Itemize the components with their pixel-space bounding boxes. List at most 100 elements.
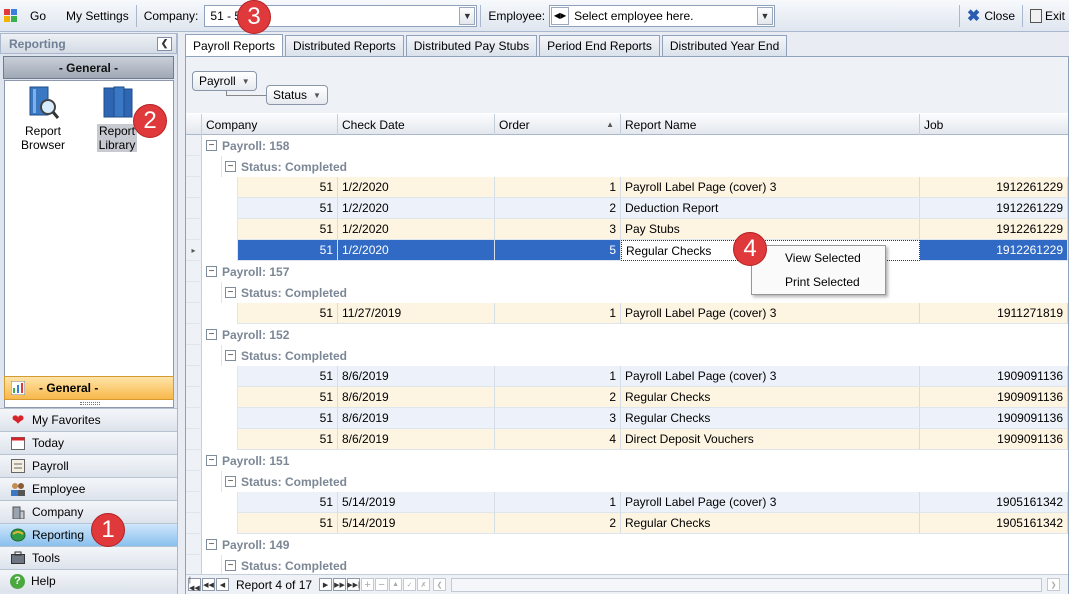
group-row-payroll[interactable]: − Payroll: 158 [186,135,1068,156]
table-row[interactable]: 51 11/27/2019 1 Payroll Label Page (cover) … [186,303,1068,324]
horizontal-scrollbar[interactable] [451,577,1042,592]
cell-company[interactable]: 51 [238,513,338,534]
table-row[interactable]: 51 1/2/2020 3 Pay Stubs 1912261229 [186,219,1068,240]
general-group-header[interactable]: - General - [3,56,174,79]
cell-order[interactable]: 2 [495,513,621,534]
cell-order[interactable]: 1 [495,177,621,198]
cell-company[interactable]: 51 [238,429,338,450]
go-menu[interactable]: Go [0,4,50,28]
cell-order[interactable]: 1 [495,366,621,387]
column-header-company[interactable]: Company [202,114,338,135]
cell-company[interactable]: 51 [238,219,338,240]
cell-job[interactable]: 1912261229 [920,219,1068,240]
last-record-icon[interactable]: ▶▶| [347,578,361,591]
cell-check-date[interactable]: 5/14/2019 [338,513,495,534]
cell-order[interactable]: 1 [495,492,621,513]
my-settings-button[interactable]: My Settings [62,4,133,28]
cell-job[interactable]: 1909091136 [920,366,1068,387]
cell-job[interactable]: 1912261229 [920,177,1068,198]
prev-next-icon[interactable]: ◀▶ [551,6,570,25]
cell-report-name[interactable]: Deduction Report [621,198,920,219]
nav-payroll[interactable]: Payroll [0,454,177,477]
nav-reporting[interactable]: Reporting [0,523,177,546]
cell-check-date[interactable]: 8/6/2019 [338,429,495,450]
group-row-status[interactable]: − Status: Completed [186,555,1068,576]
cell-report-name[interactable]: Direct Deposit Vouchers [621,429,920,450]
tab-payroll-reports[interactable]: Payroll Reports [185,34,284,56]
group-chip-payroll[interactable]: Payroll ▼ [192,71,257,91]
cell-order[interactable]: 5 [495,240,621,261]
scroll-right-icon[interactable]: ❯ [1047,578,1060,591]
general-group-active[interactable]: - General - [4,376,174,400]
chevron-down-icon[interactable]: ▼ [756,6,773,25]
table-row[interactable]: 51 8/6/2019 4 Direct Deposit Vouchers 190909… [186,429,1068,450]
cell-report-name[interactable]: Pay Stubs [621,219,920,240]
tab-distributed-reports[interactable]: Distributed Reports [285,35,404,56]
cell-order[interactable]: 2 [495,198,621,219]
cell-check-date[interactable]: 1/2/2020 [338,219,495,240]
cell-company[interactable]: 51 [238,387,338,408]
cell-check-date[interactable]: 8/6/2019 [338,387,495,408]
next-record-icon[interactable]: ▶ [319,578,333,591]
previous-page-icon[interactable]: ◀◀ [202,578,215,591]
cell-job[interactable]: 1912261229 [920,240,1068,261]
cell-check-date[interactable]: 5/14/2019 [338,492,495,513]
collapse-icon[interactable]: − [225,476,236,487]
table-row[interactable]: 51 1/2/2020 1 Payroll Label Page (cover) 31… [186,177,1068,198]
cell-job[interactable]: 1911271819 [920,303,1068,324]
cell-check-date[interactable]: 1/2/2020 [338,240,495,261]
confirm-icon[interactable]: ✓ [403,578,417,591]
group-row-status[interactable]: − Status: Completed [186,156,1068,177]
tab-period-end-reports[interactable]: Period End Reports [539,35,660,56]
menu-item-view-selected[interactable]: View Selected [752,246,885,270]
nav-tools[interactable]: Tools [0,546,177,569]
tab-distributed-pay-stubs[interactable]: Distributed Pay Stubs [405,35,538,56]
add-icon[interactable]: + [361,578,375,591]
nav-employee[interactable]: Employee [0,477,177,500]
cell-report-name[interactable]: Payroll Label Page (cover) 3 [621,303,920,324]
cell-report-name[interactable]: Payroll Label Page (cover) 3 [621,366,920,387]
cell-job[interactable]: 1912261229 [920,198,1068,219]
group-row-status[interactable]: − Status: Completed [186,471,1068,492]
cell-job[interactable]: 1905161342 [920,513,1068,534]
collapse-icon[interactable]: − [225,287,236,298]
group-chip-status[interactable]: Status ▼ [266,85,328,105]
table-row[interactable]: 51 8/6/2019 2 Regular Checks 1909091136 [186,387,1068,408]
column-header-check-date[interactable]: Check Date [338,114,495,135]
collapse-icon[interactable]: − [206,455,217,466]
group-row-payroll[interactable]: − Payroll: 152 [186,324,1068,345]
cell-check-date[interactable]: 8/6/2019 [338,366,495,387]
exit-button[interactable]: Exit [1026,4,1069,28]
group-row-status[interactable]: − Status: Completed [186,282,1068,303]
cell-report-name[interactable]: Regular Checks [621,387,920,408]
cell-company[interactable]: 51 [238,198,338,219]
splitter-grip[interactable] [80,402,100,405]
table-row[interactable]: 51 8/6/2019 3 Regular Checks 1909091136 [186,408,1068,429]
cell-company[interactable]: 51 [238,408,338,429]
cell-order[interactable]: 3 [495,408,621,429]
tab-distributed-year-end[interactable]: Distributed Year End [661,35,788,56]
table-row-selected[interactable]: ▸ 51 1/2/2020 5 Regular Checks 1912261229 [186,240,1068,261]
cell-job[interactable]: 1905161342 [920,492,1068,513]
table-row[interactable]: 51 5/14/2019 1 Payroll Label Page (cover) 3… [186,492,1068,513]
menu-item-print-selected[interactable]: Print Selected [752,270,885,294]
cell-company[interactable]: 51 [238,240,338,261]
group-row-payroll[interactable]: − Payroll: 157 [186,261,1068,282]
report-browser-item[interactable]: Report Browser [11,85,75,152]
group-row-status[interactable]: − Status: Completed [186,345,1068,366]
scroll-left-icon[interactable]: ❮ [433,578,447,591]
collapse-icon[interactable]: − [225,161,236,172]
cell-report-name[interactable]: Payroll Label Page (cover) 3 [621,177,920,198]
group-row-payroll[interactable]: − Payroll: 149 [186,534,1068,555]
collapse-left-icon[interactable]: ❮ [157,36,172,51]
first-record-icon[interactable]: |◀◀ [188,577,201,592]
collapse-icon[interactable]: − [225,350,236,361]
cell-company[interactable]: 51 [238,492,338,513]
cell-report-name[interactable]: Regular Checks [621,513,920,534]
column-header-report-name[interactable]: Report Name [621,114,920,135]
cell-job[interactable]: 1909091136 [920,387,1068,408]
collapse-icon[interactable]: − [206,266,217,277]
remove-icon[interactable]: − [375,578,389,591]
nav-company[interactable]: Company [0,500,177,523]
close-button[interactable]: ✖ Close [963,4,1019,28]
